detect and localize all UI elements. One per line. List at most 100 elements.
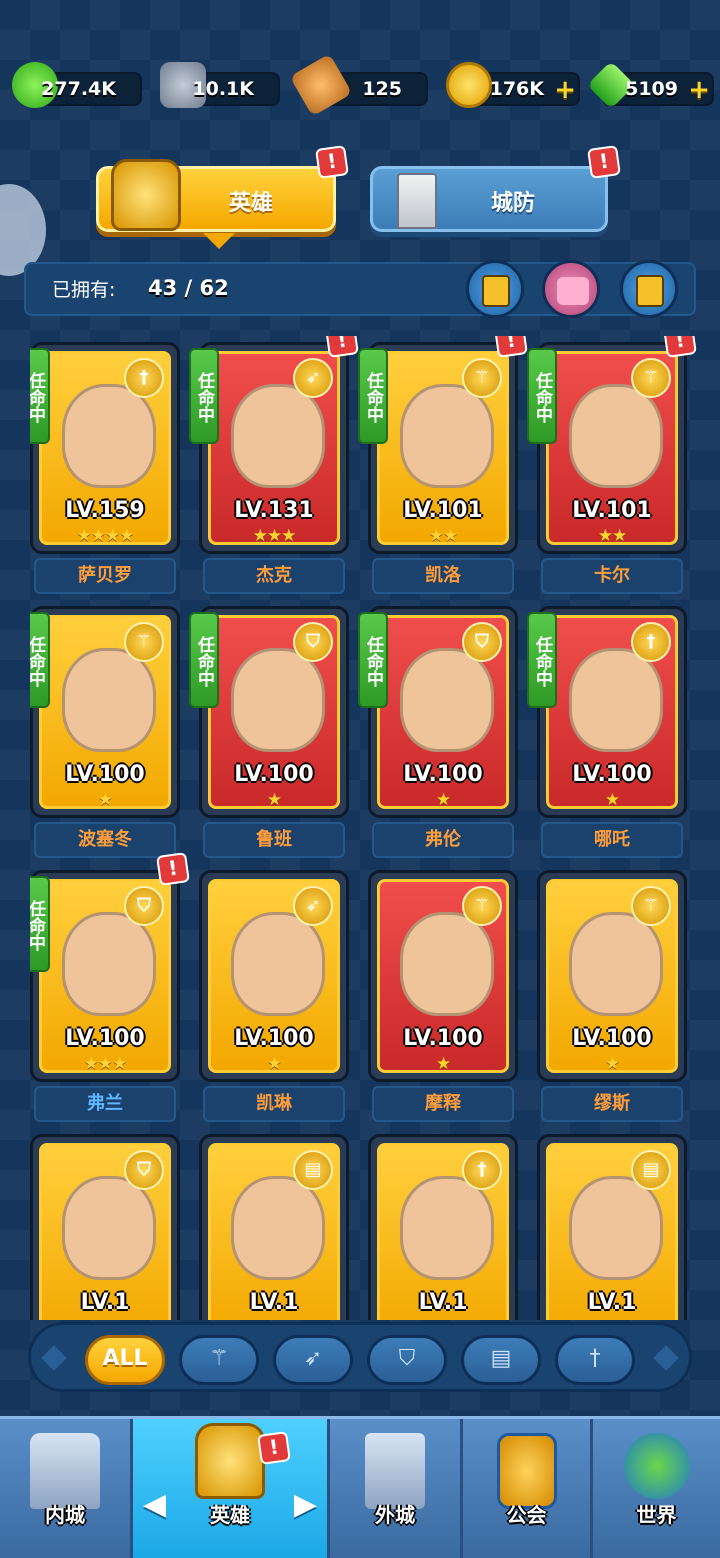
hero-stars: ★ [266,790,282,809]
nav-inner-city[interactable]: 内城 [0,1419,130,1558]
hero-card[interactable]: LV.1 ★ ▤ [537,1134,687,1320]
hero-card-frame: LV.100 ★ ⛉ [199,606,349,818]
hero-card[interactable]: LV.100 ★ ⚚ 摩释 [368,870,518,1122]
cards-button[interactable] [466,260,524,318]
crown-cards-button[interactable] [620,260,678,318]
hero-card[interactable]: LV.131 ★★★ ➶ 任命中! 杰克 [189,336,359,594]
hero-portrait: LV.101 ★★ ⚚ [377,351,509,545]
hero-card[interactable]: LV.100 ★ † 任命中 哪吒 [527,606,687,858]
hero-portrait: LV.100 ★ † [546,615,678,809]
hero-card[interactable]: LV.101 ★★ ⚚ 任命中! 凯洛 [358,336,528,594]
gold-coin-icon [446,62,492,108]
hero-card-frame: LV.1 ★ ▤ [199,1134,349,1320]
hero-portrait: LV.101 ★★ ⚚ [546,351,678,545]
hero-face-icon [231,912,325,1016]
hero-stars: ★★★★ [76,526,135,545]
hero-face-icon [62,1176,156,1280]
hero-card[interactable]: LV.1 ★ † [368,1134,518,1320]
next-arrow-icon[interactable]: ▶ [294,1487,317,1522]
hero-card[interactable]: LV.1 ★ ⛉ [30,1134,180,1320]
hero-card-frame: LV.1 ★ ⛉ [30,1134,180,1320]
shield-icon: ⛉ [293,622,333,662]
sword-icon: † [631,622,671,662]
hero-stars: ★ [549,1318,675,1320]
mission-tag: 任命中 [189,612,219,708]
resource-tablet-value: 10.1K [192,78,254,100]
hero-portrait: LV.131 ★★★ ➶ [208,351,340,545]
tab-defense[interactable]: 城防 ! [370,145,621,232]
hero-card[interactable]: LV.100 ★ ➶ 凯琳 [199,870,349,1122]
hero-card-frame: LV.100 ★★★ ⛉ [30,870,180,1082]
resource-gold[interactable]: 176K + [446,62,580,108]
hero-face-icon [400,912,494,1016]
resource-tablet[interactable]: 10.1K [160,62,280,108]
hero-level: LV.1 [249,1290,299,1315]
nav-world-label: 世界 [636,1503,677,1527]
tower-icon [397,173,437,229]
tab-hero-label: 英雄 [229,191,274,216]
hero-card[interactable]: LV.100 ★ ⚚ 缪斯 [537,870,687,1122]
hero-portrait: LV.100 ★ ⚚ [546,879,678,1073]
skin-button[interactable] [542,260,600,318]
hero-face-icon [231,1176,325,1280]
hero-face-icon [569,384,663,488]
resource-hammer[interactable]: 125 [289,53,428,117]
resource-hammer-value: 125 [362,78,402,100]
nav-guild[interactable]: 公会 [463,1419,590,1558]
hero-card[interactable]: LV.100 ★ ⛉ 任命中 鲁班 [189,606,349,858]
filter-book[interactable]: ▤ [461,1335,541,1385]
owned-count-bar: 已拥有: 43 / 62 [24,260,696,318]
hero-face-icon [231,384,325,488]
hero-name: 摩释 [372,1086,514,1122]
hero-name: 鲁班 [203,822,345,858]
hero-card[interactable]: LV.159 ★★★★ † 任命中 萨贝罗 [30,342,180,594]
filter-sword[interactable]: † [555,1335,635,1385]
sword-icon: † [589,1346,601,1371]
filter-all[interactable]: ALL [85,1335,165,1385]
hero-portrait: LV.100 ★★★ ⛉ [39,879,171,1073]
hero-card-frame: LV.100 ★ ⚚ [537,870,687,1082]
tab-defense-alert-badge: ! [587,145,621,179]
hero-name: 缪斯 [541,1086,683,1122]
hero-stars: ★ [435,1054,451,1073]
tab-hero-alert-badge: ! [315,145,349,179]
castle-icon [30,1433,100,1509]
class-filter-bar: ALL ⚚ ➶ ⛉ ▤ † [28,1322,692,1392]
hero-level: LV.100 [572,762,652,787]
tab-hero[interactable]: 英雄 ! [96,145,349,249]
hero-card[interactable]: LV.101 ★★ ⚚ 任命中! 卡尔 [527,336,697,594]
hero-face-icon [400,1176,494,1280]
filter-bow[interactable]: ➶ [273,1335,353,1385]
filter-shield[interactable]: ⛉ [367,1335,447,1385]
shield-icon: ⛉ [398,1346,416,1371]
filter-staff[interactable]: ⚚ [179,1335,259,1385]
sword-icon: † [124,358,164,398]
add-gem-button[interactable]: + [688,75,710,105]
filter-scroll-left[interactable] [41,1345,67,1371]
hero-stars: ★ [97,790,113,809]
resource-crystal[interactable]: 277.4K [12,62,142,108]
hero-level: LV.100 [572,1026,652,1051]
nav-outer-city[interactable]: 外城 [330,1419,460,1558]
hero-card[interactable]: LV.100 ★ ⚚ 任命中 波塞冬 [30,606,180,858]
hero-card[interactable]: LV.1 ★ ▤ [199,1134,349,1320]
hero-card-frame: LV.159 ★★★★ † [30,342,180,554]
hero-face-icon [231,648,325,752]
filter-scroll-right[interactable] [653,1345,679,1371]
hero-portrait: LV.100 ★ ⛉ [377,615,509,809]
nav-hero[interactable]: ◀ ! 英雄 ▶ [133,1419,327,1558]
resource-gem[interactable]: 5109 + [586,60,714,110]
mission-tag: 任命中 [30,612,50,708]
add-gold-button[interactable]: + [554,75,576,105]
hero-level: LV.1 [418,1290,468,1315]
hero-card[interactable]: LV.100 ★★★ ⛉ 任命中! 弗兰 [30,852,190,1122]
book-icon: ▤ [293,1150,333,1190]
hero-name: 凯琳 [203,1086,345,1122]
hammer-icon [289,53,353,117]
shield-icon: ⛉ [124,1150,164,1190]
nav-world[interactable]: 世界 [593,1419,720,1558]
hero-level: LV.100 [403,762,483,787]
hero-card[interactable]: LV.100 ★ ⛉ 任命中 弗伦 [358,606,518,858]
hero-face-icon [569,648,663,752]
book-icon: ▤ [490,1346,512,1371]
